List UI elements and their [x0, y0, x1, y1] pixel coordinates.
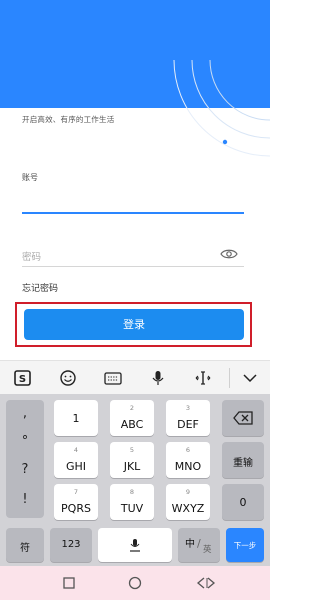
next-step-key[interactable]: 下一步	[226, 528, 264, 562]
symbol-column[interactable]: , ° ? !	[6, 400, 44, 518]
eye-icon[interactable]	[220, 247, 238, 261]
key-pqrs[interactable]: 7 PQRS	[54, 484, 98, 520]
navigation-bar	[0, 566, 270, 600]
key-wxyz[interactable]: 9 WXYZ	[166, 484, 210, 520]
login-button[interactable]: 登录	[24, 309, 244, 340]
key-mno[interactable]: 6 MNO	[166, 442, 210, 478]
key-abc[interactable]: 2 ABC	[110, 400, 154, 436]
toolbar-divider	[229, 368, 230, 388]
microphone-icon[interactable]	[149, 369, 167, 387]
symbol-key[interactable]: !	[6, 492, 44, 507]
account-input-underline	[22, 212, 244, 214]
back-icon[interactable]	[196, 576, 218, 590]
key-1[interactable]: 1	[54, 400, 98, 436]
backspace-key[interactable]	[222, 400, 264, 436]
key-jkl[interactable]: 5 JKL	[110, 442, 154, 478]
key-0[interactable]: 0	[222, 484, 264, 520]
numbers-key[interactable]: 123	[50, 528, 92, 562]
password-input-underline	[22, 266, 244, 267]
account-label: 账号	[22, 173, 38, 182]
forgot-password-link[interactable]: 忘记密码	[22, 281, 58, 294]
key-def[interactable]: 3 DEF	[166, 400, 210, 436]
home-icon[interactable]	[128, 576, 142, 590]
slogan-text: 开启高效、有序的工作生活	[22, 115, 115, 124]
account-input[interactable]	[22, 186, 244, 212]
language-switch-key[interactable]: 中 / 英	[178, 528, 220, 562]
key-ghi[interactable]: 4 GHI	[54, 442, 98, 478]
backspace-icon	[233, 411, 253, 425]
space-key[interactable]	[98, 528, 172, 562]
symbol-key[interactable]: ?	[6, 462, 44, 477]
keyboard-toolbar: S	[0, 360, 270, 394]
key-tuv[interactable]: 8 TUV	[110, 484, 154, 520]
sogou-logo-icon[interactable]: S	[14, 369, 32, 387]
cursor-move-icon[interactable]	[194, 369, 212, 387]
space-mic-icon	[130, 539, 140, 552]
symbol-key[interactable]: °	[6, 434, 44, 449]
password-input[interactable]: 密码	[22, 249, 41, 263]
recent-apps-icon[interactable]	[62, 576, 76, 590]
symbols-key[interactable]: 符	[6, 528, 44, 562]
reenter-key[interactable]: 重输	[222, 442, 264, 478]
keyboard-icon[interactable]	[104, 369, 122, 387]
collapse-chevron-icon[interactable]	[241, 369, 259, 387]
decorative-arcs-icon	[173, 60, 270, 157]
emoji-icon[interactable]	[59, 369, 77, 387]
symbol-key[interactable]: ,	[6, 406, 44, 421]
svg-text:S: S	[19, 374, 26, 385]
